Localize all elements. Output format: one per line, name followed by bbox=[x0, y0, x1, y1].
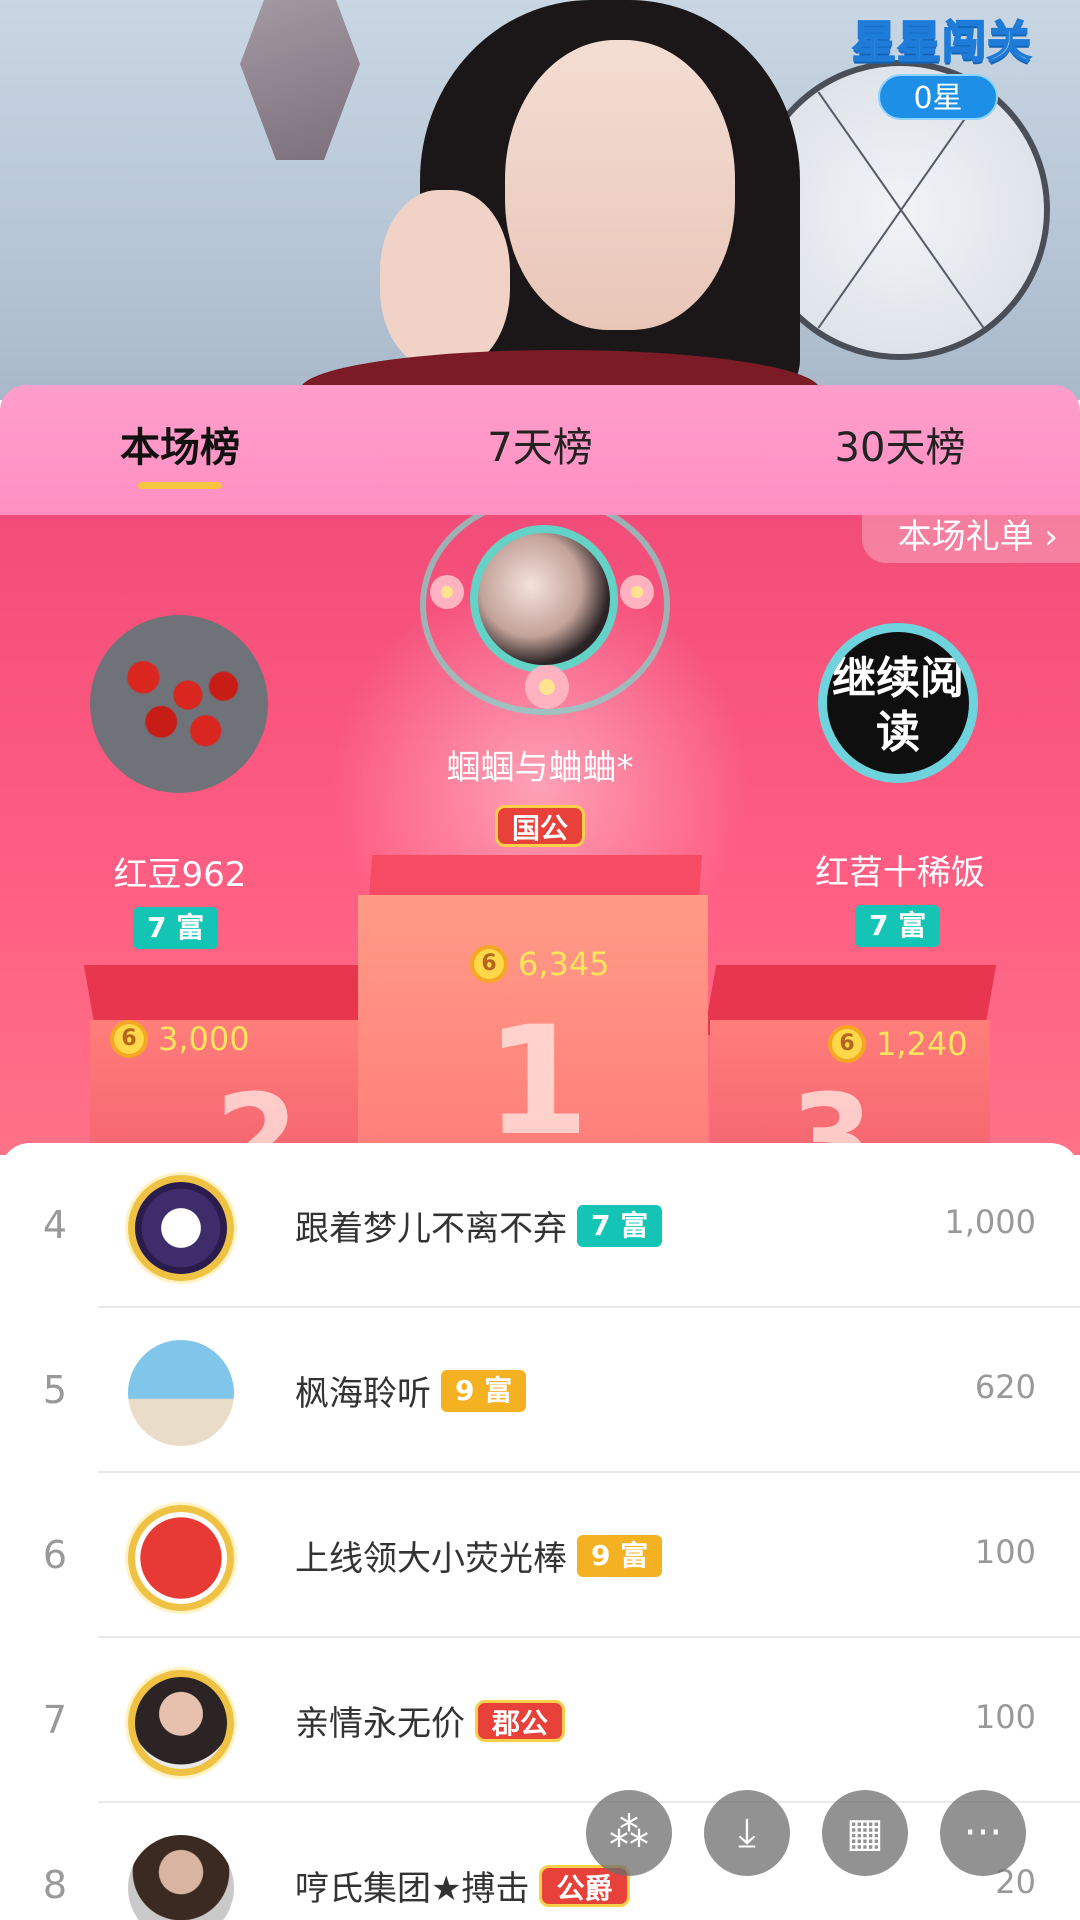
third-place-name[interactable]: 红苕十稀饭 bbox=[750, 845, 1050, 894]
title-badge: 国公 bbox=[495, 805, 586, 847]
coin-icon: 6 bbox=[828, 1025, 866, 1063]
star-challenge-title[interactable]: 星星闯关 bbox=[851, 6, 1032, 70]
rank-number: 4 bbox=[42, 1203, 68, 1247]
first-place-badge: 国公 bbox=[495, 805, 586, 847]
user-name: 哼氏集团★搏击 bbox=[295, 1869, 530, 1909]
user-name-row: 枫海聆听 9 富 bbox=[295, 1366, 527, 1415]
coin-amount: 6,345 bbox=[518, 945, 610, 983]
second-place-badge: 7 富 bbox=[133, 907, 219, 949]
active-tab-indicator bbox=[138, 482, 222, 489]
coin-amount: 1,240 bbox=[876, 1025, 968, 1063]
avatar[interactable] bbox=[128, 1835, 234, 1920]
more-icon[interactable]: ··· bbox=[940, 1790, 1026, 1876]
first-place-coins: 6 6,345 bbox=[470, 945, 610, 983]
user-name-row: 哼氏集团★搏击 公爵 bbox=[295, 1861, 630, 1910]
flower-decoration bbox=[620, 575, 654, 609]
star-count-badge[interactable]: 0星 bbox=[878, 74, 998, 120]
tab-label: 7天榜 bbox=[487, 425, 593, 471]
coin-icon: 6 bbox=[110, 1020, 148, 1058]
avatar[interactable] bbox=[128, 1175, 234, 1281]
rank-number: 6 bbox=[42, 1533, 68, 1577]
flower-decoration bbox=[430, 575, 464, 609]
avatar[interactable] bbox=[128, 1505, 234, 1611]
top-three-podium: 本场礼单 › 1 2 3 蝈蝈与蛐蛐* 国公 6 6,345 红豆962 7 富… bbox=[0, 515, 1080, 1155]
tab-7-days[interactable]: 7天榜 bbox=[360, 385, 720, 515]
user-name-row: 上线领大小荧光棒 9 富 bbox=[295, 1531, 663, 1580]
streamer-face bbox=[505, 40, 735, 330]
live-video[interactable]: 星星闯关 0星 bbox=[0, 0, 1080, 400]
score: 620 bbox=[974, 1368, 1036, 1406]
user-name: 跟着梦儿不离不弃 bbox=[295, 1209, 567, 1249]
coin-icon: 6 bbox=[470, 945, 508, 983]
third-place-avatar[interactable]: 继续阅读 bbox=[818, 623, 978, 783]
share-icon[interactable]: ⁂ bbox=[586, 1790, 672, 1876]
tab-label: 30天榜 bbox=[834, 425, 966, 471]
tab-label: 本场榜 bbox=[120, 425, 240, 471]
wealth-badge: 7 富 bbox=[577, 1204, 663, 1247]
download-icon[interactable]: ⤓ bbox=[704, 1790, 790, 1876]
wall-decoration bbox=[240, 0, 360, 160]
tab-30-days[interactable]: 30天榜 bbox=[720, 385, 1080, 515]
ranking-tabs: 本场榜 7天榜 30天榜 bbox=[0, 385, 1080, 515]
rank-number: 8 bbox=[42, 1863, 68, 1907]
user-name-row: 亲情永无价 郡公 bbox=[295, 1696, 566, 1745]
grid-icon[interactable]: ▦ bbox=[822, 1790, 908, 1876]
first-place-avatar[interactable] bbox=[470, 525, 618, 673]
user-name: 上线领大小荧光棒 bbox=[295, 1539, 567, 1579]
wealth-badge: 7 富 bbox=[133, 907, 219, 949]
avatar[interactable] bbox=[128, 1670, 234, 1776]
third-place-badge: 7 富 bbox=[855, 905, 941, 947]
list-item[interactable]: 5 枫海聆听 9 富 620 bbox=[0, 1308, 1080, 1473]
title-badge: 郡公 bbox=[475, 1699, 566, 1742]
user-name-row: 跟着梦儿不离不弃 7 富 bbox=[295, 1201, 663, 1250]
flower-decoration bbox=[525, 665, 569, 709]
tab-this-session[interactable]: 本场榜 bbox=[0, 385, 360, 515]
user-name: 枫海聆听 bbox=[295, 1374, 431, 1414]
rank-number: 5 bbox=[42, 1368, 68, 1412]
list-item[interactable]: 6 上线领大小荧光棒 9 富 100 bbox=[0, 1473, 1080, 1638]
wealth-badge: 9 富 bbox=[577, 1534, 663, 1577]
second-place-name[interactable]: 红豆962 bbox=[30, 847, 330, 896]
score: 100 bbox=[974, 1533, 1036, 1571]
gift-list-link[interactable]: 本场礼单 › bbox=[861, 515, 1080, 563]
coin-amount: 3,000 bbox=[158, 1020, 250, 1058]
third-place-coins: 6 1,240 bbox=[828, 1025, 968, 1063]
ranking-list: 4 跟着梦儿不离不弃 7 富 1,000 5 枫海聆听 9 富 620 6 上线… bbox=[0, 1143, 1080, 1920]
score: 100 bbox=[974, 1698, 1036, 1736]
first-place-name[interactable]: 蝈蝈与蛐蛐* bbox=[390, 740, 690, 789]
list-item[interactable]: 4 跟着梦儿不离不弃 7 富 1,000 bbox=[0, 1143, 1080, 1308]
score: 1,000 bbox=[944, 1203, 1036, 1241]
second-place-coins: 6 3,000 bbox=[110, 1020, 250, 1058]
list-item[interactable]: 8 哼氏集团★搏击 公爵 20 bbox=[0, 1803, 1080, 1920]
wealth-badge: 9 富 bbox=[441, 1369, 527, 1412]
wealth-badge: 7 富 bbox=[855, 905, 941, 947]
streamer-hand bbox=[380, 190, 510, 370]
podium-rank-1: 1 bbox=[485, 995, 590, 1155]
user-name: 亲情永无价 bbox=[295, 1704, 465, 1744]
avatar[interactable] bbox=[128, 1340, 234, 1446]
second-place-avatar[interactable] bbox=[90, 615, 268, 793]
rank-number: 7 bbox=[42, 1698, 68, 1742]
list-item[interactable]: 7 亲情永无价 郡公 100 bbox=[0, 1638, 1080, 1803]
